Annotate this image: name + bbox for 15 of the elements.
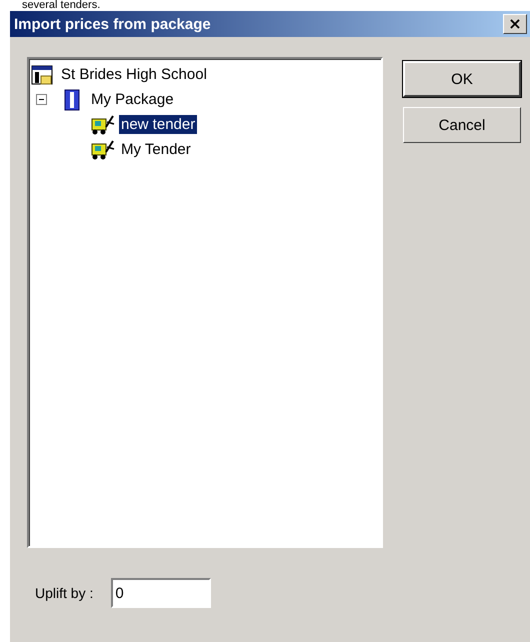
tree-item[interactable]: St Brides High School bbox=[59, 65, 209, 84]
cancel-button[interactable]: Cancel bbox=[403, 107, 521, 143]
tree-item[interactable]: My Tender bbox=[119, 140, 193, 159]
tree-item[interactable]: My Package bbox=[89, 90, 176, 109]
machine-icon bbox=[91, 114, 115, 136]
ok-button[interactable]: OK bbox=[403, 61, 521, 97]
collapse-icon[interactable] bbox=[36, 94, 47, 105]
uplift-label: Uplift by : bbox=[35, 585, 94, 601]
caption-text: several tenders. bbox=[21, 0, 102, 11]
uplift-field[interactable]: 0 bbox=[111, 578, 212, 608]
window-title: Import prices from package bbox=[14, 16, 211, 32]
close-button[interactable]: × bbox=[503, 14, 527, 34]
tree-item[interactable]: new tender bbox=[119, 115, 198, 134]
building-icon bbox=[31, 64, 55, 86]
machine-icon bbox=[91, 138, 115, 160]
